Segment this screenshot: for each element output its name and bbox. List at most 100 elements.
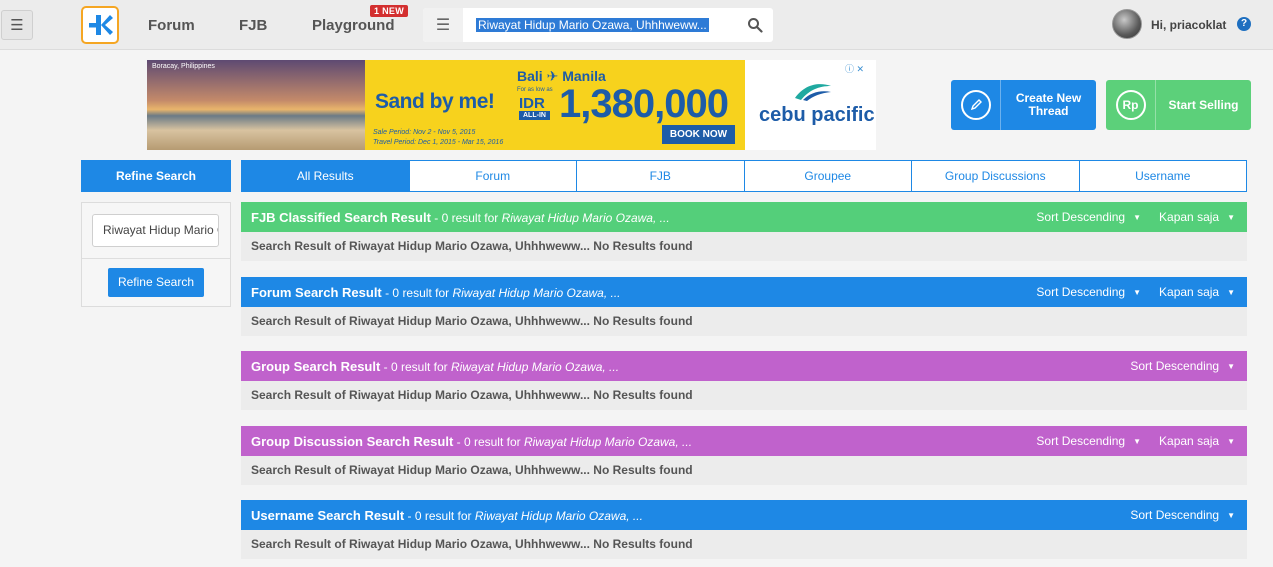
refine-search-input[interactable]: Riwayat Hidup Mario Ozawa bbox=[92, 214, 219, 247]
fjb-result-header: FJB Classified Search Result - 0 result … bbox=[241, 202, 1247, 233]
tab-forum[interactable]: Forum bbox=[408, 161, 577, 191]
forum-result-body: Search Result of Riwayat Hidup Mario Oza… bbox=[241, 307, 1247, 336]
search-category-icon[interactable]: ☰ bbox=[423, 8, 463, 42]
nav-fjb[interactable]: FJB bbox=[239, 17, 267, 34]
section-query: Riwayat Hidup Mario Ozawa, ... bbox=[501, 211, 670, 225]
result-body-prefix: Search Result of Riwayat Hidup Mario Oza… bbox=[251, 314, 590, 328]
section-title: FJB Classified Search Result bbox=[251, 210, 431, 225]
pencil-icon-wrap bbox=[951, 80, 1001, 130]
section-meta: - 0 result for bbox=[453, 435, 524, 449]
ad-choices-icon[interactable]: ⓘ ✕ bbox=[845, 62, 864, 75]
group-discussion-result-header: Group Discussion Search Result - 0 resul… bbox=[241, 426, 1247, 457]
result-body-prefix: Search Result of Riwayat Hidup Mario Oza… bbox=[251, 463, 590, 477]
nav-forum[interactable]: Forum bbox=[148, 17, 195, 34]
ad-small-text: For as low as bbox=[517, 87, 553, 93]
user-greeting[interactable]: Hi, priacoklat bbox=[1151, 18, 1226, 32]
ad-all-in: ALL-IN bbox=[519, 111, 550, 120]
ad-sale-period: Sale Period: Nov 2 - Nov 5, 2015 bbox=[373, 129, 476, 136]
section-sort-controls: Sort Descending ▼ Kapan saja ▼ bbox=[1036, 426, 1235, 457]
result-body-status: No Results found bbox=[589, 537, 693, 551]
user-avatar[interactable] bbox=[1112, 9, 1142, 39]
sort-dropdown[interactable]: Sort Descending ▼ bbox=[1036, 277, 1141, 308]
section-meta: - 0 result for bbox=[380, 360, 451, 374]
sort-label: Sort Descending bbox=[1036, 434, 1126, 448]
result-body-prefix: Search Result of Riwayat Hidup Mario Oza… bbox=[251, 239, 590, 253]
tab-all-results[interactable]: All Results bbox=[242, 161, 409, 191]
username-result-body: Search Result of Riwayat Hidup Mario Oza… bbox=[241, 530, 1247, 559]
result-body-status: No Results found bbox=[589, 463, 693, 477]
cebu-pacific-logo-icon bbox=[795, 84, 831, 101]
kaskus-logo[interactable] bbox=[81, 6, 119, 44]
group-result-header: Group Search Result - 0 result for Riway… bbox=[241, 351, 1247, 382]
ad-route-from: Bali bbox=[517, 68, 543, 84]
result-body-prefix: Search Result of Riwayat Hidup Mario Oza… bbox=[251, 388, 590, 402]
ad-photo-label: Boracay, Philippines bbox=[152, 63, 215, 70]
section-meta: - 0 result for bbox=[404, 509, 475, 523]
section-title: Username Search Result bbox=[251, 508, 405, 523]
section-title: Forum Search Result bbox=[251, 285, 382, 300]
start-selling-button[interactable]: Rp Start Selling bbox=[1106, 80, 1251, 130]
sort-dropdown[interactable]: Sort Descending ▼ bbox=[1036, 202, 1141, 233]
refine-search-panel: Riwayat Hidup Mario Ozawa Refine Search bbox=[81, 202, 231, 307]
help-icon[interactable]: ? bbox=[1237, 17, 1251, 31]
sort-dropdown[interactable]: Sort Descending ▼ bbox=[1130, 351, 1235, 382]
sort-label: Sort Descending bbox=[1130, 359, 1220, 373]
section-meta: - 0 result for bbox=[430, 211, 502, 225]
nav-playground[interactable]: Playground bbox=[312, 17, 395, 34]
sort-dropdown[interactable]: Sort Descending ▼ bbox=[1130, 500, 1235, 531]
ad-banner[interactable]: Boracay, Philippines Sand by me! Bali ✈ … bbox=[147, 60, 876, 150]
caret-down-icon: ▼ bbox=[1133, 213, 1142, 223]
fjb-result-body: Search Result of Riwayat Hidup Mario Oza… bbox=[241, 232, 1247, 261]
section-sort-controls: Sort Descending ▼ Kapan saja ▼ bbox=[1036, 277, 1235, 308]
create-new-thread-button[interactable]: Create New Thread bbox=[951, 80, 1096, 130]
ad-travel-period: Travel Period: Dec 1, 2015 - Mar 15, 201… bbox=[373, 139, 504, 146]
search-bar[interactable]: ☰ Riwayat Hidup Mario Ozawa, Uhhhweww... bbox=[423, 8, 773, 42]
result-body-status: No Results found bbox=[589, 239, 693, 253]
section-query: Riwayat Hidup Mario Ozawa, ... bbox=[451, 360, 620, 374]
group-result-body: Search Result of Riwayat Hidup Mario Oza… bbox=[241, 381, 1247, 410]
main-menu-icon[interactable]: ☰ bbox=[1, 10, 33, 40]
time-dropdown[interactable]: Kapan saja ▼ bbox=[1159, 426, 1235, 457]
caret-down-icon: ▼ bbox=[1227, 511, 1235, 521]
refine-search-button[interactable]: Refine Search bbox=[108, 268, 204, 297]
group-discussion-result-body: Search Result of Riwayat Hidup Mario Oza… bbox=[241, 456, 1247, 485]
sort-dropdown[interactable]: Sort Descending ▼ bbox=[1036, 426, 1141, 457]
refine-search-header: Refine Search bbox=[81, 160, 231, 192]
ad-currency: IDR bbox=[519, 95, 545, 112]
caret-down-icon: ▼ bbox=[1227, 437, 1235, 447]
section-query: Riwayat Hidup Mario Ozawa, ... bbox=[474, 509, 643, 523]
tab-group-discussions[interactable]: Group Discussions bbox=[911, 161, 1079, 191]
caret-down-icon: ▼ bbox=[1133, 288, 1142, 298]
time-label: Kapan saja bbox=[1159, 434, 1220, 448]
section-sort-controls: Sort Descending ▼ bbox=[1130, 351, 1235, 382]
tab-fjb[interactable]: FJB bbox=[576, 161, 744, 191]
sort-label: Sort Descending bbox=[1036, 210, 1126, 224]
sort-label: Sort Descending bbox=[1130, 508, 1220, 522]
caret-down-icon: ▼ bbox=[1227, 288, 1235, 298]
result-tabs: All Results Forum FJB Groupee Group Disc… bbox=[241, 160, 1247, 192]
kaskus-logo-icon bbox=[89, 15, 113, 35]
username-result-header: Username Search Result - 0 result for Ri… bbox=[241, 500, 1247, 531]
time-dropdown[interactable]: Kapan saja ▼ bbox=[1159, 202, 1235, 233]
ad-brand-area: cebu pacific ⓘ ✕ bbox=[745, 60, 876, 150]
time-label: Kapan saja bbox=[1159, 210, 1220, 224]
caret-down-icon: ▼ bbox=[1227, 362, 1235, 372]
top-navbar: ☰ Forum FJB Playground 1 NEW ☰ Riwayat H… bbox=[0, 0, 1273, 50]
time-label: Kapan saja bbox=[1159, 285, 1220, 299]
section-sort-controls: Sort Descending ▼ Kapan saja ▼ bbox=[1036, 202, 1235, 233]
new-badge: 1 NEW bbox=[370, 5, 409, 17]
caret-down-icon: ▼ bbox=[1227, 213, 1235, 223]
start-selling-label: Start Selling bbox=[1168, 97, 1239, 112]
sort-label: Sort Descending bbox=[1036, 285, 1126, 299]
ad-book-now-button[interactable]: BOOK NOW bbox=[662, 125, 735, 144]
search-icon[interactable] bbox=[747, 17, 763, 33]
tab-username[interactable]: Username bbox=[1078, 161, 1247, 191]
search-input[interactable]: Riwayat Hidup Mario Ozawa, Uhhhweww... bbox=[476, 18, 709, 32]
section-title: Group Search Result bbox=[251, 359, 381, 374]
ad-brand-name: cebu pacific bbox=[759, 104, 875, 126]
result-body-prefix: Search Result of Riwayat Hidup Mario Oza… bbox=[251, 537, 590, 551]
create-thread-label: Create New Thread bbox=[1001, 92, 1096, 118]
time-dropdown[interactable]: Kapan saja ▼ bbox=[1159, 277, 1235, 308]
tab-groupee[interactable]: Groupee bbox=[743, 161, 912, 191]
result-body-status: No Results found bbox=[589, 388, 693, 402]
